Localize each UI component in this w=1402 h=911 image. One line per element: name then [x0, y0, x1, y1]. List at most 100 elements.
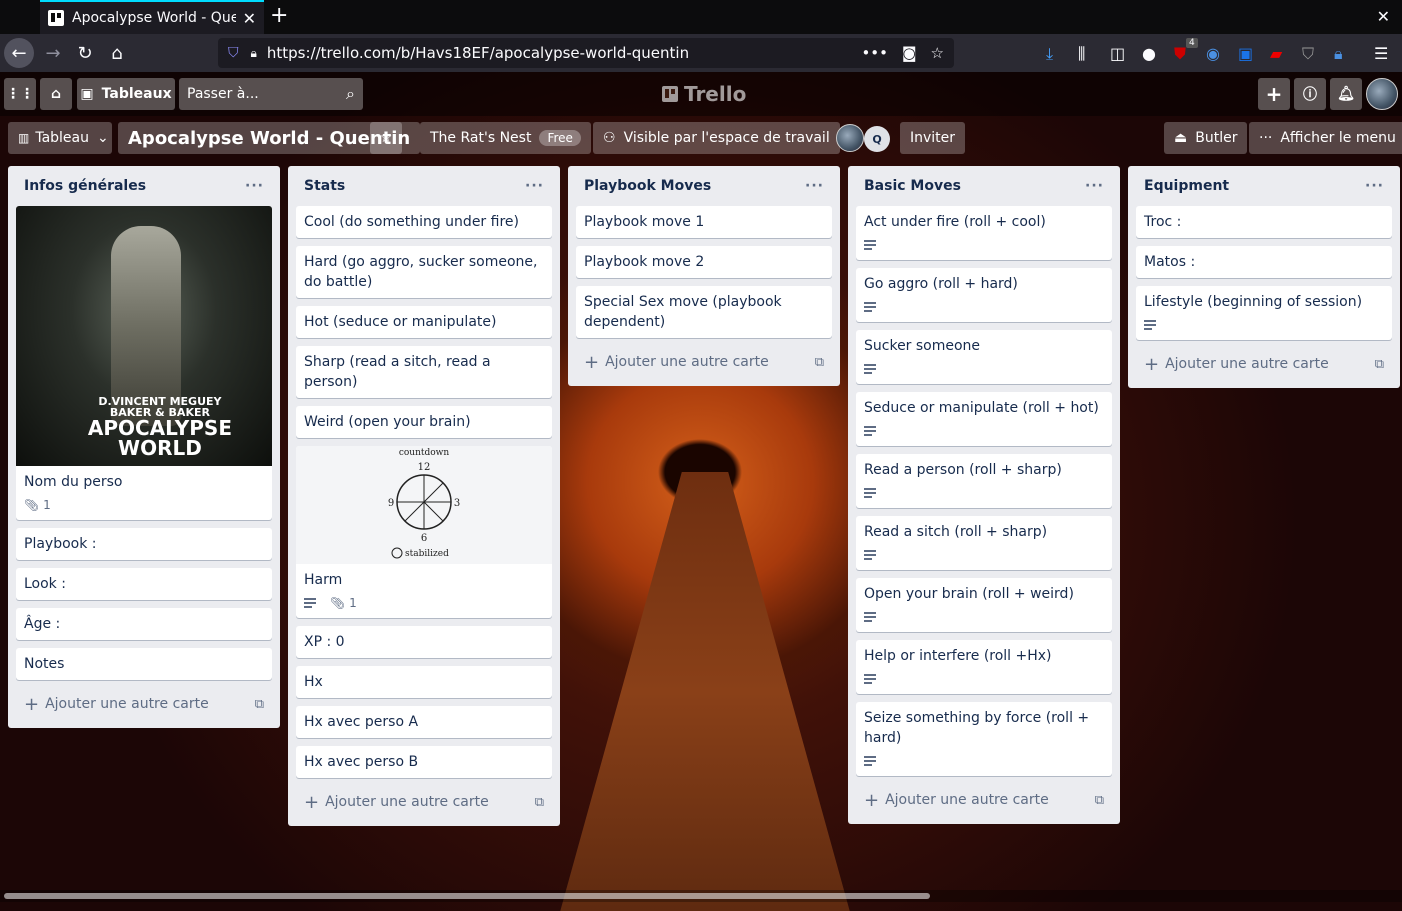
list-card[interactable]: Read a sitch (roll + sharp) [856, 516, 1112, 570]
card-template-icon[interactable]: ⧉ [255, 697, 264, 712]
board-view-switcher[interactable]: ▥ Tableau ⌄ [8, 122, 112, 154]
forward-arrow-icon[interactable]: → [38, 38, 68, 68]
member-initial-avatar[interactable]: Q [864, 126, 890, 152]
home-icon[interactable]: ⌂ [102, 38, 132, 68]
list-card[interactable]: Playbook move 1 [576, 206, 832, 238]
list-card[interactable]: XP : 0 [296, 626, 552, 658]
butler-button[interactable]: ⏏ Butler [1164, 122, 1248, 154]
pocket-icon[interactable]: ◙ [902, 44, 917, 62]
download-icon[interactable]: ⤓ [1046, 44, 1053, 64]
back-arrow-icon[interactable]: ← [4, 38, 34, 68]
new-tab-icon[interactable]: + [270, 4, 288, 28]
ublock-icon[interactable]: ⛊ [1174, 44, 1186, 64]
list-menu-icon[interactable]: ··· [805, 178, 824, 194]
add-card-button[interactable]: + Ajouter une autre carte ⧉ [296, 786, 552, 818]
list-card[interactable]: Seduce or manipulate (roll + hot) [856, 392, 1112, 446]
list-card[interactable]: Sharp (read a sitch, read a person) [296, 346, 552, 398]
add-card-button[interactable]: + Ajouter une autre carte ⧉ [16, 688, 272, 720]
list-card[interactable]: Hx avec perso A [296, 706, 552, 738]
list-title[interactable]: Playbook Moves [584, 178, 711, 194]
list-card[interactable]: Âge : [16, 608, 272, 640]
list-header[interactable]: Equipment ··· [1136, 166, 1392, 206]
member-avatar[interactable] [836, 124, 864, 152]
card-template-icon[interactable]: ⧉ [815, 355, 824, 370]
jump-search-input[interactable] [187, 86, 327, 102]
list-card[interactable]: Hx avec perso B [296, 746, 552, 778]
tracking-shield-icon[interactable]: ⛉ [228, 45, 239, 61]
list-card[interactable]: Hx [296, 666, 552, 698]
extension-avatar-icon[interactable]: ● [1142, 44, 1156, 63]
list-title[interactable]: Equipment [1144, 178, 1229, 194]
window-close-icon[interactable]: ✕ [1377, 7, 1390, 26]
list-header[interactable]: Basic Moves ··· [856, 166, 1112, 206]
extension-s-icon[interactable]: ▣ [1238, 44, 1253, 63]
list-card[interactable]: Hot (seduce or manipulate) [296, 306, 552, 338]
list-menu-icon[interactable]: ··· [1365, 178, 1384, 194]
card-template-icon[interactable]: ⧉ [535, 795, 544, 810]
extension-bird-icon[interactable]: ◉ [1206, 44, 1220, 63]
star-board-icon[interactable]: ☆ [370, 122, 402, 154]
bookmark-star-icon[interactable]: ☆ [931, 44, 944, 62]
list-card[interactable]: Open your brain (roll + weird) [856, 578, 1112, 632]
list-card[interactable]: Hard (go aggro, sucker someone, do battl… [296, 246, 552, 298]
list-card[interactable]: Read a person (roll + sharp) [856, 454, 1112, 508]
list-card[interactable]: Notes [16, 648, 272, 680]
board-horizontal-scrollbar[interactable] [0, 890, 1402, 902]
list-menu-icon[interactable]: ··· [1085, 178, 1104, 194]
page-actions-icon[interactable]: ••• [861, 44, 888, 62]
list-card[interactable]: Look : [16, 568, 272, 600]
list-card[interactable]: Troc : [1136, 206, 1392, 238]
extension-pen-icon[interactable]: ▰ [1270, 44, 1282, 63]
add-card-button[interactable]: + Ajouter une autre carte ⧉ [856, 784, 1112, 816]
list-card[interactable]: Matos : [1136, 246, 1392, 278]
jump-search[interactable]: ⌕ [179, 78, 363, 110]
url-bar[interactable]: ⛉ 🔒︎ https://trello.com/b/Havs18EF/apoca… [218, 38, 954, 68]
create-plus-button[interactable]: + [1258, 78, 1290, 110]
extension-shield-icon[interactable]: ⛉ [1302, 44, 1314, 64]
list-card[interactable]: Lifestyle (beginning of session) [1136, 286, 1392, 340]
card-template-icon[interactable]: ⧉ [1095, 793, 1104, 808]
boards-button[interactable]: ▣ Tableaux [77, 78, 175, 110]
list-card[interactable]: Act under fire (roll + cool) [856, 206, 1112, 260]
list-card[interactable]: Special Sex move (playbook dependent) [576, 286, 832, 338]
list-card[interactable]: Seize something by force (roll + hard) [856, 702, 1112, 776]
search-icon[interactable]: ⌕ [346, 84, 355, 104]
show-menu-button[interactable]: ··· Afficher le menu [1249, 122, 1402, 154]
lock-icon[interactable]: 🔒︎ [251, 46, 257, 61]
user-avatar[interactable] [1366, 78, 1398, 110]
list-header[interactable]: Stats ··· [296, 166, 552, 206]
list-menu-icon[interactable]: ··· [245, 178, 264, 194]
list-card[interactable]: countdown 12 3 6 9 stabilized Harm 📎︎ 1 [296, 446, 552, 618]
notifications-bell-icon[interactable]: 🔔︎ [1330, 78, 1362, 110]
add-card-button[interactable]: + Ajouter une autre carte ⧉ [1136, 348, 1392, 380]
info-icon[interactable]: ⓘ [1294, 78, 1326, 110]
library-icon[interactable]: ⫼ [1078, 44, 1085, 64]
list-title[interactable]: Stats [304, 178, 345, 194]
card-template-icon[interactable]: ⧉ [1375, 357, 1384, 372]
list-card[interactable]: Weird (open your brain) [296, 406, 552, 438]
apps-grid-icon[interactable]: ⋮⋮ [4, 78, 36, 110]
trello-logo[interactable]: Trello [662, 82, 746, 106]
reload-icon[interactable]: ↻ [70, 38, 100, 68]
list-card[interactable]: Sucker someone [856, 330, 1112, 384]
list-title[interactable]: Basic Moves [864, 178, 961, 194]
invite-button[interactable]: Inviter [900, 122, 966, 154]
list-menu-icon[interactable]: ··· [525, 178, 544, 194]
list-header[interactable]: Infos générales ··· [16, 166, 272, 206]
list-card[interactable]: Cool (do something under fire) [296, 206, 552, 238]
list-card[interactable]: D.VINCENT MEGUEY BAKER & BAKER APOCALYPS… [16, 206, 272, 520]
add-card-button[interactable]: + Ajouter une autre carte ⧉ [576, 346, 832, 378]
workspace-button[interactable]: The Rat's Nest Free [420, 122, 591, 154]
hamburger-menu-icon[interactable]: ☰ [1374, 44, 1388, 63]
extension-lock-icon[interactable]: 🔒︎ [1334, 44, 1343, 64]
list-title[interactable]: Infos générales [24, 178, 146, 194]
sidebar-icon[interactable]: ◫ [1110, 44, 1125, 63]
list-card[interactable]: Go aggro (roll + hard) [856, 268, 1112, 322]
list-card[interactable]: Help or interfere (roll +Hx) [856, 640, 1112, 694]
scrollbar-thumb[interactable] [4, 893, 930, 899]
list-header[interactable]: Playbook Moves ··· [576, 166, 832, 206]
close-tab-icon[interactable]: ✕ [243, 9, 256, 28]
list-card[interactable]: Playbook : [16, 528, 272, 560]
home-button[interactable]: ⌂ [40, 78, 72, 110]
list-card[interactable]: Playbook move 2 [576, 246, 832, 278]
